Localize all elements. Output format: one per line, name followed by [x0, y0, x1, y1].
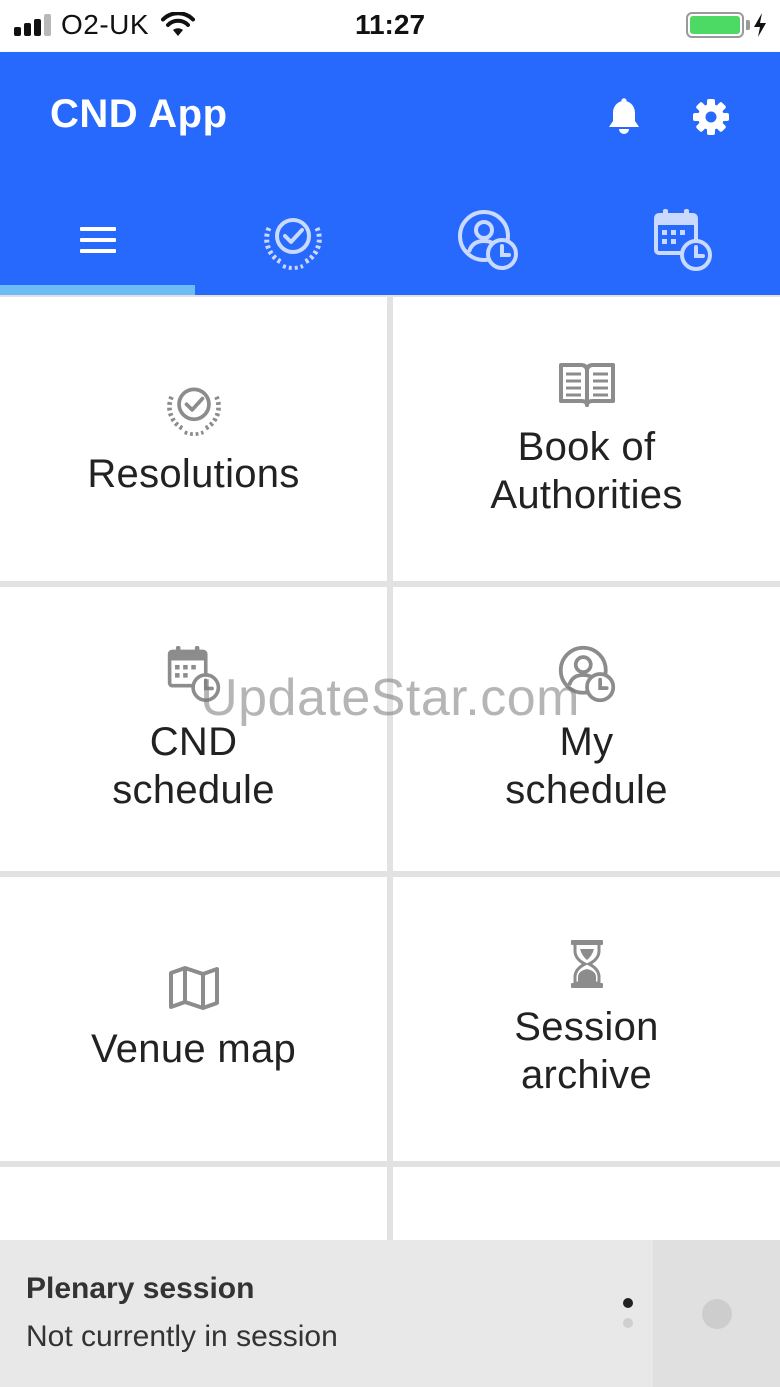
open-book-icon [558, 363, 615, 407]
tile-label: Session archive [514, 1005, 659, 1097]
tile-label: Book of Authorities [490, 425, 683, 517]
hourglass-icon [570, 940, 603, 988]
tile-resolutions[interactable]: Resolutions [0, 297, 387, 581]
tile-label: My schedule [505, 720, 668, 812]
plenary-title: Plenary session [26, 1272, 255, 1305]
tile-label: CND schedule [112, 720, 275, 812]
plenary-status: Not currently in session [26, 1320, 338, 1353]
tile-venue-map[interactable]: Venue map [0, 877, 387, 1161]
active-tab-indicator [0, 285, 195, 295]
plenary-action-button[interactable] [653, 1240, 780, 1387]
tile-empty [393, 1167, 780, 1240]
app-header: CND App [0, 52, 780, 295]
app-title: CND App [50, 92, 228, 136]
map-icon [168, 966, 219, 1010]
page-indicator [622, 1298, 634, 1328]
gear-icon [693, 99, 729, 135]
tab-bar [0, 184, 780, 295]
tile-book-of-authorities[interactable]: Book of Authorities [393, 297, 780, 581]
settings-button[interactable] [686, 92, 736, 142]
menu-grid: Resolutions Book of Authorities CND sche… [0, 295, 780, 1240]
battery-cap [746, 20, 750, 30]
tab-cnd-schedule[interactable] [585, 184, 780, 295]
my-schedule-icon [558, 645, 615, 703]
status-left: O2-UK [14, 8, 196, 42]
plenary-session-bar[interactable]: Plenary session Not currently in session [0, 1240, 780, 1387]
my-schedule-icon [457, 209, 518, 270]
calendar-clock-icon [167, 646, 220, 703]
charging-bolt-icon [754, 13, 766, 37]
battery-icon [686, 12, 744, 38]
tile-empty [0, 1167, 387, 1240]
notifications-button[interactable] [599, 92, 649, 142]
tile-label: Resolutions [87, 452, 300, 496]
resolutions-badge-icon [166, 387, 221, 436]
tile-cnd-schedule[interactable]: CND schedule [0, 587, 387, 871]
page-dot-active [623, 1298, 633, 1308]
wifi-icon [161, 12, 196, 36]
signal-strength-icon [14, 14, 51, 36]
calendar-clock-icon [653, 208, 712, 271]
tile-label: Venue map [90, 1027, 297, 1071]
status-circle-icon [701, 1298, 732, 1329]
tile-my-schedule[interactable]: My schedule [393, 587, 780, 871]
page-dot [623, 1318, 633, 1328]
battery-level [690, 16, 740, 34]
status-bar: O2-UK 11:27 [0, 0, 780, 52]
resolutions-badge-icon [263, 217, 322, 270]
menu-icon [79, 226, 116, 253]
tile-session-archive[interactable]: Session archive [393, 877, 780, 1161]
tab-menu[interactable] [0, 184, 195, 295]
tab-resolutions[interactable] [195, 184, 390, 295]
carrier-name: O2-UK [61, 9, 150, 40]
tab-my-schedule[interactable] [390, 184, 585, 295]
bell-icon [609, 98, 639, 134]
